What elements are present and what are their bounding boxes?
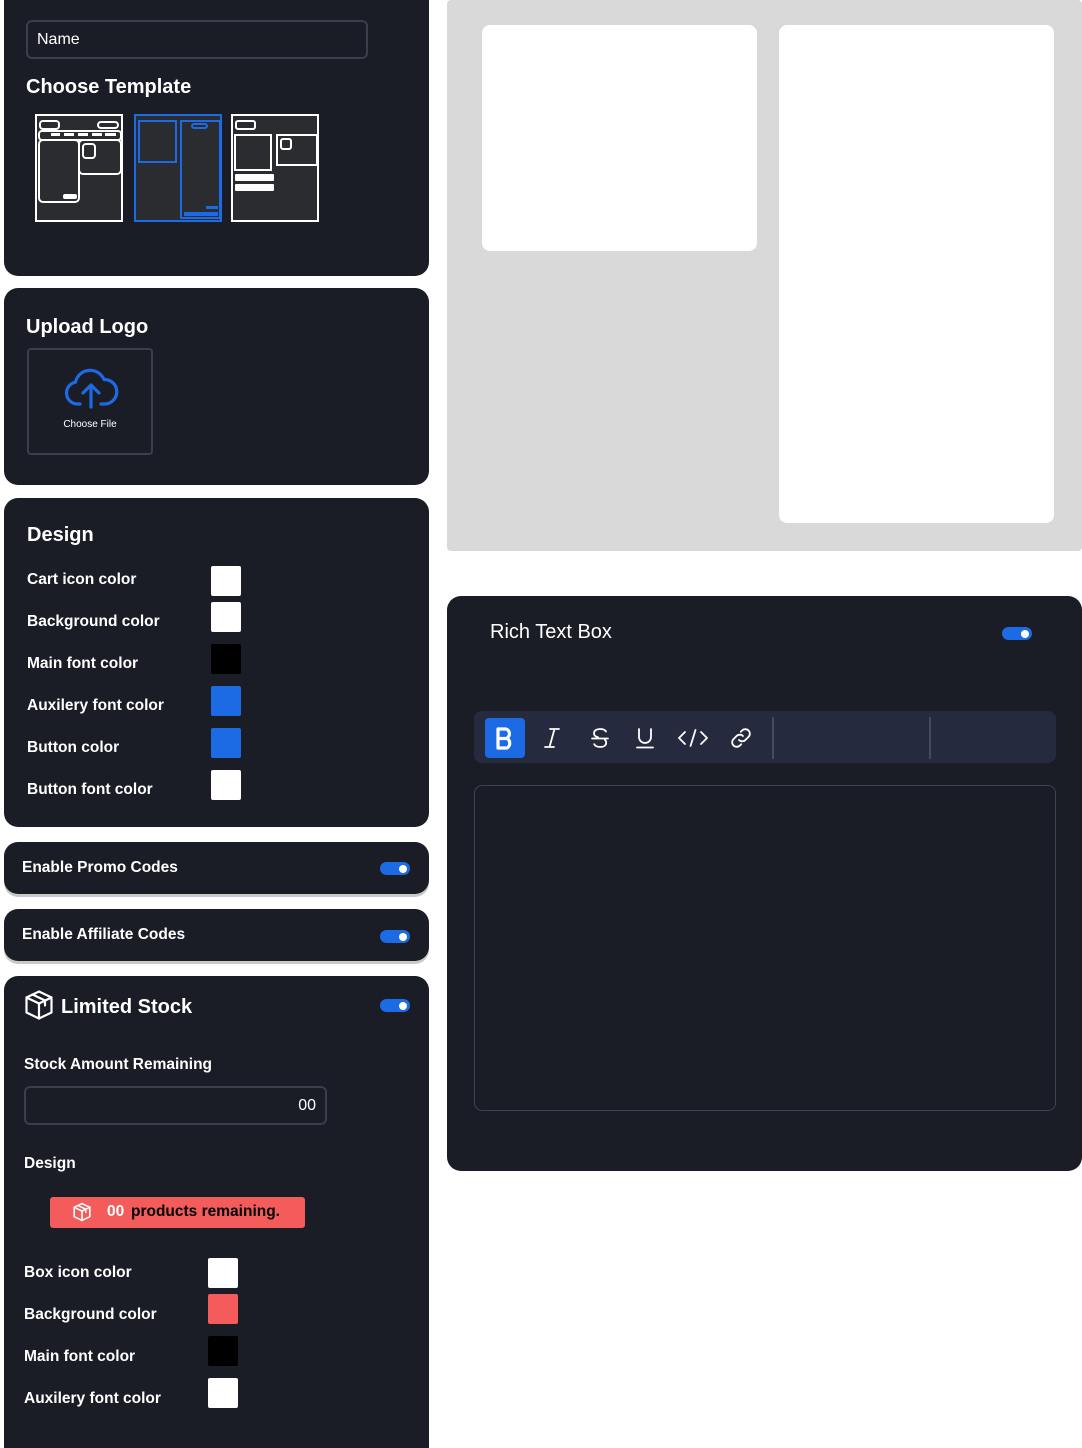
choose-template-heading: Choose Template (26, 76, 192, 98)
template-option-2[interactable] (134, 114, 222, 222)
stock-preview-badge: 00 products remaining. (50, 1197, 305, 1228)
affiliate-codes-label: Enable Affiliate Codes (22, 926, 186, 943)
template-option-3[interactable] (231, 114, 319, 222)
cart-icon-color-label: Cart icon color (27, 571, 137, 588)
rich-text-card: Rich Text Box (447, 596, 1082, 1171)
upload-logo-card: Upload Logo Choose File (4, 288, 429, 485)
design-card: Design Cart icon color Background color … (4, 498, 429, 827)
template-2-wireframe-icon (138, 120, 221, 219)
background-color-swatch[interactable] (211, 602, 241, 632)
italic-icon (544, 728, 560, 748)
stock-background-color-swatch[interactable] (208, 1294, 238, 1324)
stock-main-font-color-label: Main font color (24, 1348, 136, 1365)
template-option-1[interactable] (35, 114, 123, 222)
stock-amount-input[interactable]: 00 (24, 1086, 327, 1125)
box-icon-color-swatch[interactable] (208, 1258, 238, 1288)
button-font-color-label: Button font color (27, 781, 153, 798)
toolbar-divider-2 (929, 717, 931, 759)
limited-stock-card: Limited Stock Stock Amount Remaining 00 … (4, 976, 429, 1448)
button-color-swatch[interactable] (211, 728, 241, 758)
code-button[interactable] (673, 718, 713, 758)
main-font-color-swatch[interactable] (211, 644, 241, 674)
promo-codes-card: Enable Promo Codes (4, 842, 429, 894)
promo-codes-toggle[interactable] (380, 862, 410, 875)
promo-codes-label: Enable Promo Codes (22, 859, 178, 876)
button-font-color-swatch[interactable] (211, 770, 241, 800)
badge-box-icon (73, 1202, 91, 1222)
rich-text-editor[interactable] (474, 785, 1056, 1111)
cloud-upload-icon (64, 368, 119, 409)
strikethrough-button[interactable] (580, 718, 620, 758)
main-font-color-label: Main font color (27, 655, 139, 672)
limited-stock-heading: Limited Stock (61, 996, 193, 1018)
choose-file-label: Choose File (63, 419, 117, 430)
design-heading: Design (27, 524, 94, 546)
template-1-wireframe-icon (38, 120, 122, 203)
choose-file-button[interactable]: Choose File (27, 348, 153, 455)
box-icon-color-label: Box icon color (24, 1264, 132, 1281)
rich-text-heading: Rich Text Box (490, 621, 612, 643)
affiliate-codes-card: Enable Affiliate Codes (4, 909, 429, 961)
limited-stock-toggle[interactable] (380, 999, 410, 1012)
preview-panel-right (779, 25, 1054, 523)
stock-design-heading: Design (24, 1155, 76, 1172)
underline-icon (636, 728, 654, 749)
background-color-label: Background color (27, 613, 160, 630)
cart-icon-color-swatch[interactable] (211, 566, 241, 596)
strikethrough-icon (591, 728, 609, 748)
toolbar-divider-1 (772, 717, 774, 759)
preview-panel-left (482, 25, 757, 251)
bold-button[interactable] (485, 718, 525, 758)
stock-amount-value: 00 (298, 1097, 316, 1114)
stock-main-font-color-swatch[interactable] (208, 1336, 238, 1366)
bold-icon (496, 727, 512, 750)
button-color-label: Button color (27, 739, 120, 756)
stock-background-color-label: Background color (24, 1306, 157, 1323)
auxilery-font-color-swatch[interactable] (211, 686, 241, 716)
stock-auxilery-font-color-swatch[interactable] (208, 1378, 238, 1408)
badge-text: products remaining. (131, 1203, 280, 1220)
template-preview (447, 0, 1082, 551)
template-3-wireframe-icon (234, 120, 318, 191)
template-card: Choose Template (4, 0, 429, 276)
auxilery-font-color-label: Auxilery font color (27, 697, 164, 714)
stock-amount-label: Stock Amount Remaining (24, 1056, 213, 1073)
link-icon (731, 728, 751, 748)
link-button[interactable] (721, 718, 761, 758)
stock-auxilery-font-color-label: Auxilery font color (24, 1390, 161, 1407)
underline-button[interactable] (625, 718, 665, 758)
rich-text-toggle[interactable] (1002, 627, 1032, 640)
upload-logo-heading: Upload Logo (26, 316, 149, 338)
rich-text-toolbar (474, 711, 1056, 763)
affiliate-codes-toggle[interactable] (380, 930, 410, 943)
box-icon (25, 990, 53, 1020)
code-icon (678, 729, 708, 747)
name-input[interactable] (26, 20, 368, 59)
badge-count: 00 (107, 1203, 125, 1220)
italic-button[interactable] (532, 718, 572, 758)
